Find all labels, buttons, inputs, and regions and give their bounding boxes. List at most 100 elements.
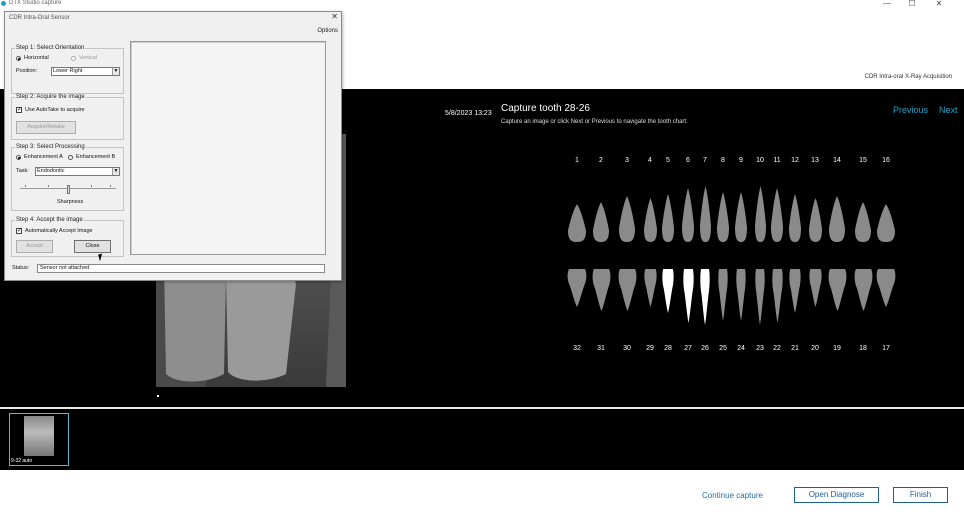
tooth-number-label: 10 <box>756 157 764 164</box>
tooth-27[interactable] <box>682 269 694 323</box>
tooth-14[interactable] <box>829 196 845 242</box>
filmstrip <box>0 409 964 470</box>
tooth-number-label: 14 <box>833 157 841 164</box>
horizontal-radio[interactable] <box>16 56 21 61</box>
dialog-close-icon[interactable]: ✕ <box>331 12 338 21</box>
tooth-number-label: 31 <box>597 345 605 352</box>
tooth-30[interactable] <box>618 269 637 311</box>
tooth-25[interactable] <box>718 269 728 321</box>
image-thumbnail[interactable]: 9-32 auto <box>9 413 69 466</box>
tooth-15[interactable] <box>855 202 871 242</box>
tooth-number-label: 2 <box>599 157 603 164</box>
tooth-23[interactable] <box>755 269 765 325</box>
minimize-button[interactable]: — <box>880 0 894 8</box>
options-menu[interactable]: Options <box>317 28 338 34</box>
sharpness-slider-thumb[interactable] <box>66 185 70 194</box>
chevron-down-icon: ▼ <box>112 68 119 75</box>
tooth-18[interactable] <box>854 269 873 311</box>
chevron-down-icon: ▼ <box>112 168 119 175</box>
tooth-19[interactable] <box>828 269 847 311</box>
tooth-17[interactable] <box>876 269 896 307</box>
sensor-dialog: CDR Intra-Oral Sensor ✕ Options Step 1: … <box>4 11 342 281</box>
auto-accept-checkbox[interactable]: ✓ <box>16 228 22 234</box>
tooth-21[interactable] <box>789 269 801 313</box>
task-select[interactable]: Endodontic ▼ <box>35 167 120 176</box>
tooth-5[interactable] <box>662 194 674 242</box>
tooth-number-label: 13 <box>811 157 819 164</box>
tooth-22[interactable] <box>771 269 783 323</box>
position-value: Lower Right <box>53 68 83 74</box>
step3-title: Step 3: Select Processing <box>15 144 86 150</box>
tooth-1[interactable] <box>568 204 586 242</box>
tooth-6[interactable] <box>682 188 694 242</box>
tooth-number-label: 15 <box>859 157 867 164</box>
autotake-checkbox[interactable]: ✓ <box>16 107 22 113</box>
auto-accept-label: Automatically Accept Image <box>25 228 93 234</box>
tooth-number-label: 32 <box>573 345 581 352</box>
next-button[interactable]: Next <box>939 105 958 115</box>
tooth-8[interactable] <box>717 192 729 242</box>
autotake-label: Use AutoTake to acquire <box>25 107 85 113</box>
window-titlebar: DTX Studio capture — ☐ ✕ <box>0 0 964 10</box>
step1-title: Step 1: Select Orientation <box>15 45 86 51</box>
enhancement-a-label: Enhancement A <box>24 154 63 160</box>
tooth-3[interactable] <box>619 196 635 242</box>
tooth-10[interactable] <box>754 186 766 242</box>
tooth-9[interactable] <box>735 192 747 242</box>
tooth-31[interactable] <box>592 269 611 311</box>
tooth-number-label: 12 <box>791 157 799 164</box>
dialog-title: CDR Intra-Oral Sensor <box>9 15 70 21</box>
status-label: Status: <box>12 265 30 271</box>
tooth-24[interactable] <box>736 269 746 321</box>
vertical-radio[interactable] <box>71 56 76 61</box>
tooth-number-label: 21 <box>791 345 799 352</box>
horizontal-label: Horizontal <box>24 55 49 61</box>
tooth-number-label: 28 <box>664 345 672 352</box>
maximize-button[interactable]: ☐ <box>905 0 919 8</box>
sharpness-slider[interactable] <box>20 185 116 197</box>
open-diagnose-button[interactable]: Open Diagnose <box>794 487 879 503</box>
enhancement-a-radio[interactable] <box>16 155 21 160</box>
step3-group: Step 3: Select Processing Enhancement A … <box>11 144 124 211</box>
tooth-11[interactable] <box>771 188 783 242</box>
tooth-16[interactable] <box>877 204 895 242</box>
tooth-number-label: 5 <box>666 157 670 164</box>
tooth-number-label: 18 <box>859 345 867 352</box>
tooth-29[interactable] <box>643 269 657 307</box>
tooth-26[interactable] <box>700 269 710 325</box>
close-button[interactable]: Close <box>74 240 111 253</box>
tooth-number-label: 25 <box>719 345 727 352</box>
continue-capture-button[interactable]: Continue capture <box>702 491 763 500</box>
position-select[interactable]: Lower Right ▼ <box>51 67 120 76</box>
capture-app: DTX Studio capture — ☐ ✕ CDR Intra-oral … <box>0 0 964 516</box>
tooth-number-label: 19 <box>833 345 841 352</box>
tooth-number-label: 4 <box>648 157 652 164</box>
tooth-number-label: 9 <box>739 157 743 164</box>
tooth-12[interactable] <box>789 194 801 242</box>
tooth-number-label: 22 <box>773 345 781 352</box>
tooth-2[interactable] <box>593 202 609 242</box>
tooth-7[interactable] <box>699 186 711 242</box>
previous-button[interactable]: Previous <box>893 105 928 115</box>
capture-date: 5/8/2023 13:23 <box>445 110 492 117</box>
enhancement-b-radio[interactable] <box>68 155 73 160</box>
acquire-retake-button[interactable]: Acquire/Retake <box>16 121 76 134</box>
close-window-button[interactable]: ✕ <box>932 0 946 8</box>
step4-group: Step 4: Accept the image ✓ Automatically… <box>11 217 124 257</box>
tooth-13[interactable] <box>808 198 822 242</box>
status-field: Sensor not attached <box>37 264 325 273</box>
tooth-32[interactable] <box>567 269 587 307</box>
image-preview-pane <box>130 41 326 255</box>
tooth-4[interactable] <box>643 198 657 242</box>
tooth-number-label: 1 <box>575 157 579 164</box>
step1-group: Step 1: Select Orientation Horizontal Ve… <box>11 45 124 94</box>
finish-button[interactable]: Finish <box>893 487 948 503</box>
tooth-number-label: 11 <box>773 157 781 164</box>
enhancement-b-label: Enhancement B <box>76 154 116 160</box>
tooth-20[interactable] <box>808 269 822 307</box>
tooth-28[interactable] <box>662 269 674 313</box>
vertical-label: Vertical <box>79 55 98 61</box>
accept-button[interactable]: Accept <box>16 240 53 253</box>
task-label: Task: <box>16 168 29 174</box>
tooth-number-label: 30 <box>623 345 631 352</box>
